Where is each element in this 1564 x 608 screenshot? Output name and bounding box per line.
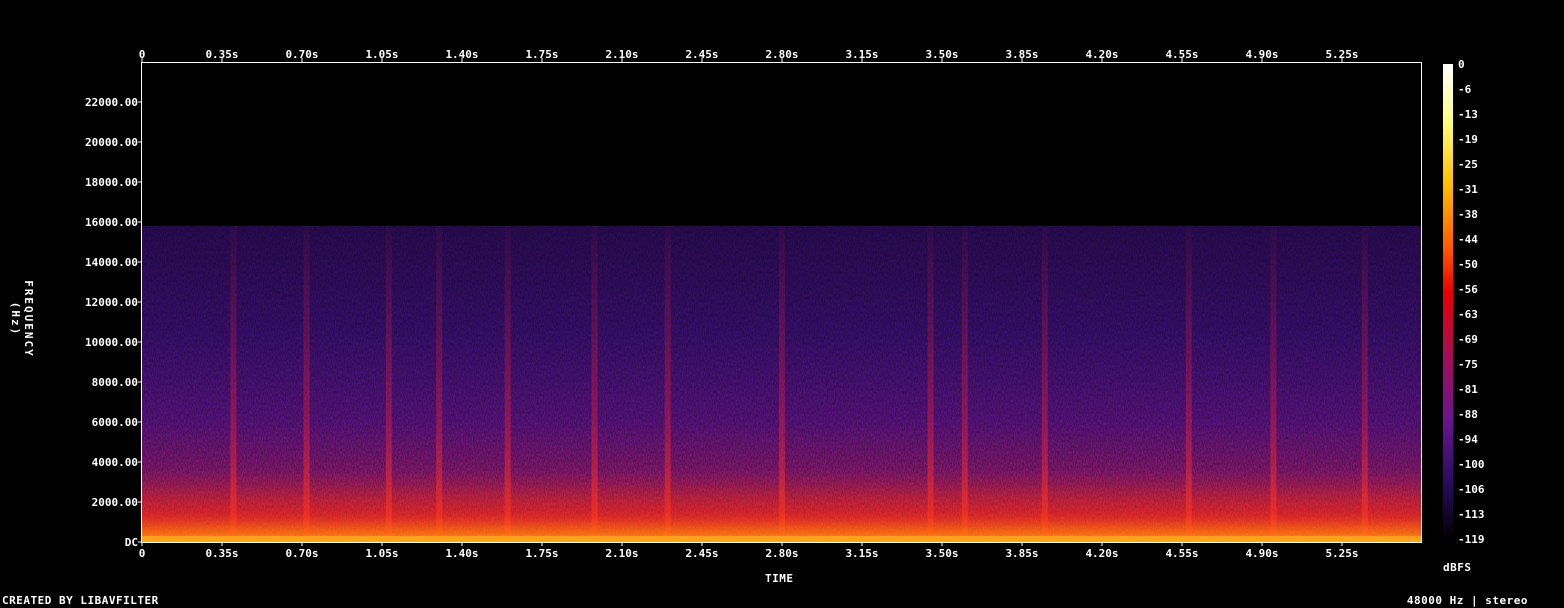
x-tick-label-top: 1.40s (445, 48, 478, 61)
x-tick-label-bottom: 0.35s (205, 547, 238, 560)
x-tick-label-bottom: 2.45s (685, 547, 718, 560)
y-tick-label: 14000.00 (85, 256, 138, 269)
dc-line (142, 536, 1422, 542)
colorbar-unit: dBFS (1443, 561, 1472, 574)
credit-text: CREATED BY LIBAVFILTER (2, 594, 159, 607)
x-tick-label-bottom: 2.80s (765, 547, 798, 560)
colorbar-tick-label: -25 (1458, 158, 1478, 171)
colorbar-tick-label: -69 (1458, 333, 1478, 346)
x-tick-label-bottom: 4.20s (1085, 547, 1118, 560)
x-tick-label-bottom: 1.05s (365, 547, 398, 560)
x-tick-label-top: 0.35s (205, 48, 238, 61)
x-tick-label-top: 2.10s (605, 48, 638, 61)
x-tick-label-top: 1.05s (365, 48, 398, 61)
x-tick-label-bottom: 4.55s (1165, 547, 1198, 560)
colorbar-tick-label: -113 (1458, 508, 1485, 521)
x-ticks-bottom: 0 0.35s 0.70s 1.05s 1.40s 1.75s 2.10s 2.45s 2.80… (139, 542, 1359, 560)
y-tick-label: 10000.00 (85, 336, 138, 349)
colorbar-tick-label: -50 (1458, 258, 1478, 271)
low-frequency-band (142, 470, 1422, 542)
y-tick-label: 2000.00 (92, 496, 138, 509)
colorbar-tick-label: -31 (1458, 183, 1478, 196)
colorbar-ticks: 0 -6 -13 -19 -25 -31 -38 -44 -50 -56 -63 -69 -75 -81 -… (1458, 58, 1485, 546)
colorbar-tick-label: -81 (1458, 383, 1478, 396)
y-ticks: DC 2000.00 4000.00 6000.00 8000.00 10000.00 12… (85, 96, 142, 549)
x-tick-label-top: 3.50s (925, 48, 958, 61)
colorbar-tick-label: -13 (1458, 108, 1478, 121)
colorbar-tick-label: -6 (1458, 83, 1472, 96)
x-tick-label-top: 3.85s (1005, 48, 1038, 61)
y-tick-label: 18000.00 (85, 176, 138, 189)
colorbar-tick-label: 0 (1458, 58, 1465, 71)
x-tick-label-bottom: 3.85s (1005, 547, 1038, 560)
colorbar-tick-label: -75 (1458, 358, 1478, 371)
x-tick-label-top: 3.15s (845, 48, 878, 61)
colorbar-tick-label: -119 (1458, 533, 1485, 546)
y-tick-label: 16000.00 (85, 216, 138, 229)
x-axis-label: TIME (765, 572, 794, 585)
y-tick-label: DC (125, 536, 138, 549)
x-tick-label-bottom: 3.15s (845, 547, 878, 560)
colorbar-tick-label: -100 (1458, 458, 1485, 471)
y-tick-label: 22000.00 (85, 96, 138, 109)
colorbar-tick-label: -106 (1458, 483, 1485, 496)
y-tick-label: 8000.00 (92, 376, 138, 389)
x-tick-label-bottom: 5.25s (1325, 547, 1358, 560)
colorbar-tick-label: -88 (1458, 408, 1478, 421)
y-tick-label: 4000.00 (92, 456, 138, 469)
colorbar (1443, 64, 1453, 539)
x-tick-label-top: 4.20s (1085, 48, 1118, 61)
y-tick-label: 20000.00 (85, 136, 138, 149)
x-ticks-top: 0 0.35s 0.70s 1.05s 1.40s 1.75s 2.10s 2.45s 2.80… (139, 48, 1359, 62)
colorbar-tick-label: -19 (1458, 133, 1478, 146)
colorbar-tick-label: -44 (1458, 233, 1478, 246)
colorbar-tick-label: -94 (1458, 433, 1478, 446)
y-tick-label: 6000.00 (92, 416, 138, 429)
colorbar-tick-label: -56 (1458, 283, 1478, 296)
x-tick-label-bottom: 1.75s (525, 547, 558, 560)
x-tick-label-top: 2.80s (765, 48, 798, 61)
spectrogram-chart: 0 0.35s 0.70s 1.05s 1.40s 1.75s 2.10s 2.45s 2.80… (85, 48, 1485, 560)
x-tick-label-bottom: 0 (139, 547, 146, 560)
x-tick-label-bottom: 1.40s (445, 547, 478, 560)
x-tick-label-top: 0.70s (285, 48, 318, 61)
x-tick-label-bottom: 4.90s (1245, 547, 1278, 560)
colorbar-tick-label: -38 (1458, 208, 1478, 221)
x-tick-label-top: 2.45s (685, 48, 718, 61)
x-tick-label-bottom: 3.50s (925, 547, 958, 560)
x-tick-label-bottom: 0.70s (285, 547, 318, 560)
x-tick-label-top: 5.25s (1325, 48, 1358, 61)
x-tick-label-top: 0 (139, 48, 146, 61)
x-tick-label-bottom: 2.10s (605, 547, 638, 560)
y-axis-label: FREQUENCY (Hz) (9, 280, 35, 358)
colorbar-tick-label: -63 (1458, 308, 1478, 321)
y-tick-label: 12000.00 (85, 296, 138, 309)
x-tick-label-top: 4.55s (1165, 48, 1198, 61)
x-tick-label-top: 4.90s (1245, 48, 1278, 61)
x-tick-label-top: 1.75s (525, 48, 558, 61)
audio-info: 48000 Hz | stereo (1406, 594, 1528, 607)
